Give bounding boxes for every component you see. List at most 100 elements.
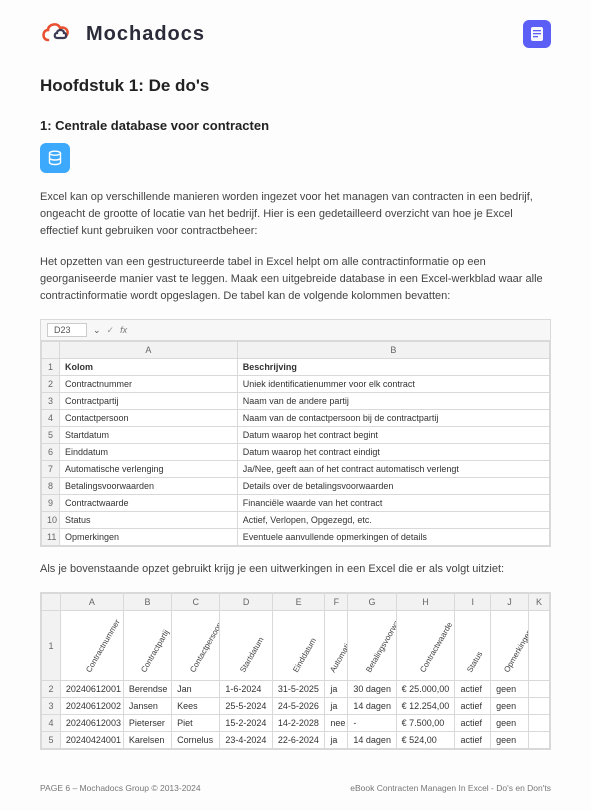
col-header: H [396, 594, 455, 611]
row-number: 2 [42, 376, 60, 393]
table-cell: ja [325, 732, 348, 749]
table-cell: Datum waarop het contract eindigt [237, 444, 549, 461]
table-cell: Datum waarop het contract begint [237, 427, 549, 444]
table-cell: 23-4-2024 [220, 732, 272, 749]
col-header: B [237, 342, 549, 359]
rotated-header: Contractwaarde [396, 611, 455, 681]
chapter-title: Hoofdstuk 1: De do's [40, 76, 551, 96]
table-cell: Opmerkingen [60, 529, 238, 546]
table-cell: € 25.000,00 [396, 681, 455, 698]
table-cell: ja [325, 698, 348, 715]
rotated-header: Startdatum [220, 611, 272, 681]
spreadsheet-grid-2: ABCDEFGHIJK1ContractnummerContractpartij… [41, 593, 550, 749]
table-cell: actief [455, 698, 491, 715]
table-cell: Contractnummer [60, 376, 238, 393]
col-header: C [172, 594, 220, 611]
table-cell: 14 dagen [348, 732, 396, 749]
table-cell: Eventuele aanvullende opmerkingen of det… [237, 529, 549, 546]
row-number: 9 [42, 495, 60, 512]
table-cell: Naam van de contactpersoon bij de contra… [237, 410, 549, 427]
footer-right: eBook Contracten Managen In Excel - Do's… [350, 783, 551, 793]
col-header: I [455, 594, 491, 611]
table-cell: 1-6-2024 [220, 681, 272, 698]
table-cell: Einddatum [60, 444, 238, 461]
row-number: 4 [42, 410, 60, 427]
table-cell: Status [60, 512, 238, 529]
col-header: E [272, 594, 324, 611]
table-cell: Jansen [123, 698, 171, 715]
excel-formula-bar: D23 ⌄ ✓ fx [41, 320, 550, 341]
table-cell: Details over de betalingsvoorwaarden [237, 478, 549, 495]
table-cell: Piet [172, 715, 220, 732]
col-header: J [491, 594, 529, 611]
table-cell: 20240612003 [60, 715, 123, 732]
table-cell: Startdatum [60, 427, 238, 444]
col-header: A [60, 342, 238, 359]
document-header-icon [523, 20, 551, 48]
table-cell: Uniek identificatienummer voor elk contr… [237, 376, 549, 393]
table-cell: € 524,00 [396, 732, 455, 749]
rotated-header: Status [455, 611, 491, 681]
row-number: 6 [42, 444, 60, 461]
table-cell: 22-6-2024 [272, 732, 324, 749]
spreadsheet-grid-1: A B 1 Kolom Beschrijving 2Contractnummer… [41, 341, 550, 546]
table-cell: Jan [172, 681, 220, 698]
table-cell: 30 dagen [348, 681, 396, 698]
col-header: F [325, 594, 348, 611]
page-header: Mochadocs [40, 20, 551, 48]
paragraph-3: Als je bovenstaande opzet gebruikt krijg… [40, 561, 551, 578]
table-cell: Pieterser [123, 715, 171, 732]
col-header: G [348, 594, 396, 611]
table-cell: Financiële waarde van het contract [237, 495, 549, 512]
row-number: 10 [42, 512, 60, 529]
table-cell: Ja/Nee, geeft aan of het contract automa… [237, 461, 549, 478]
table-cell: nee [325, 715, 348, 732]
table-cell: 14 dagen [348, 698, 396, 715]
table-cell: Contractpartij [60, 393, 238, 410]
rotated-header: Contractpartij [123, 611, 171, 681]
table-cell: Berendse [123, 681, 171, 698]
footer-left: PAGE 6 – Mochadocs Group © 2013-2024 [40, 783, 201, 793]
table-cell: - [348, 715, 396, 732]
table-header-cell: Kolom [60, 359, 238, 376]
table-cell: 20240612002 [60, 698, 123, 715]
table-cell: actief [455, 681, 491, 698]
row-number: 1 [42, 359, 60, 376]
table-cell: 24-5-2026 [272, 698, 324, 715]
col-header: B [123, 594, 171, 611]
table-cell: Automatische verlenging [60, 461, 238, 478]
paragraph-1: Excel kan op verschillende manieren word… [40, 189, 551, 240]
table-cell: 14-2-2028 [272, 715, 324, 732]
table-cell: actief [455, 715, 491, 732]
dropdown-icon: ⌄ [93, 325, 101, 336]
table-cell: Contactpersoon [60, 410, 238, 427]
cloud-logo-icon [40, 20, 78, 48]
table-cell: geen [491, 732, 529, 749]
table-cell: actief [455, 732, 491, 749]
row-number: 8 [42, 478, 60, 495]
table-cell: ja [325, 681, 348, 698]
database-icon [40, 143, 70, 173]
table-header-cell: Beschrijving [237, 359, 549, 376]
row-number: 11 [42, 529, 60, 546]
table-cell: Naam van de andere partij [237, 393, 549, 410]
paragraph-2: Het opzetten van een gestructureerde tab… [40, 254, 551, 305]
rotated-header: Contactpersoon [172, 611, 220, 681]
table-cell: Actief, Verlopen, Opgezegd, etc. [237, 512, 549, 529]
table-cell: Karelsen [123, 732, 171, 749]
table-cell: 15-2-2024 [220, 715, 272, 732]
page-footer: PAGE 6 – Mochadocs Group © 2013-2024 eBo… [40, 783, 551, 793]
brand-logo: Mochadocs [40, 20, 205, 48]
col-header: A [60, 594, 123, 611]
excel-table-1: D23 ⌄ ✓ fx A B 1 Kolom Beschrijving 2Con… [40, 319, 551, 547]
col-header: D [220, 594, 272, 611]
rotated-header: Einddatum [272, 611, 324, 681]
table-cell: geen [491, 681, 529, 698]
table-cell: geen [491, 698, 529, 715]
check-icon: ✓ [107, 325, 115, 336]
rotated-header: Betalingsvoorwaarden [348, 611, 396, 681]
brand-name: Mochadocs [86, 23, 205, 46]
table-cell: Contractwaarde [60, 495, 238, 512]
table-cell: € 7.500,00 [396, 715, 455, 732]
excel-table-2: ABCDEFGHIJK1ContractnummerContractpartij… [40, 592, 551, 750]
